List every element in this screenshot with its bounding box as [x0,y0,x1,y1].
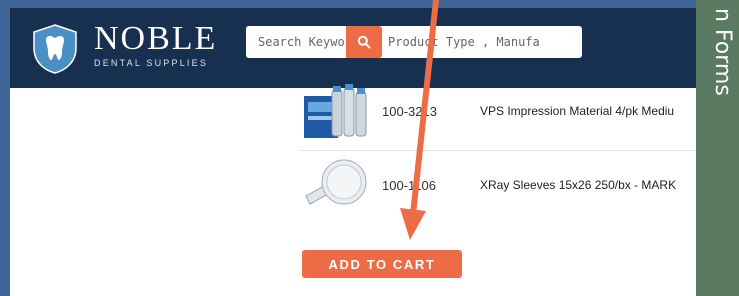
product-row[interactable]: 100-3213 VPS Impression Material 4/pk Me… [300,80,696,144]
brand-name: NOBLE [94,20,218,57]
search-button[interactable] [346,26,382,58]
search-icon [357,35,371,49]
page-content: NOBLE DENTAL SUPPLIES Search Keywords , … [10,8,696,296]
side-panel: n Forms [696,0,739,296]
search-input[interactable] [246,26,552,58]
product-description[interactable]: XRay Sleeves 15x26 250/bx - MARK [480,178,696,192]
screenshot-frame: NOBLE DENTAL SUPPLIES Search Keywords , … [0,0,739,296]
xray-sleeve-product-image [305,159,367,205]
tooth-logo-icon[interactable] [32,24,78,74]
product-row[interactable]: 100-1106 XRay Sleeves 15x26 250/bx - MAR… [300,154,696,218]
row-divider [300,150,696,151]
brand-tagline: DENTAL SUPPLIES [94,58,209,68]
add-to-cart-button[interactable]: ADD TO CART [302,250,462,278]
product-sku: 100-3213 [382,104,437,119]
side-panel-label: n Forms [710,8,735,96]
brand[interactable]: NOBLE DENTAL SUPPLIES [94,20,218,69]
search-bar [246,26,582,58]
product-description[interactable]: VPS Impression Material 4/pk Mediu [480,104,696,118]
product-sku: 100-1106 [382,178,436,193]
impression-material-product-image [304,84,367,138]
site-header: NOBLE DENTAL SUPPLIES [10,8,696,88]
